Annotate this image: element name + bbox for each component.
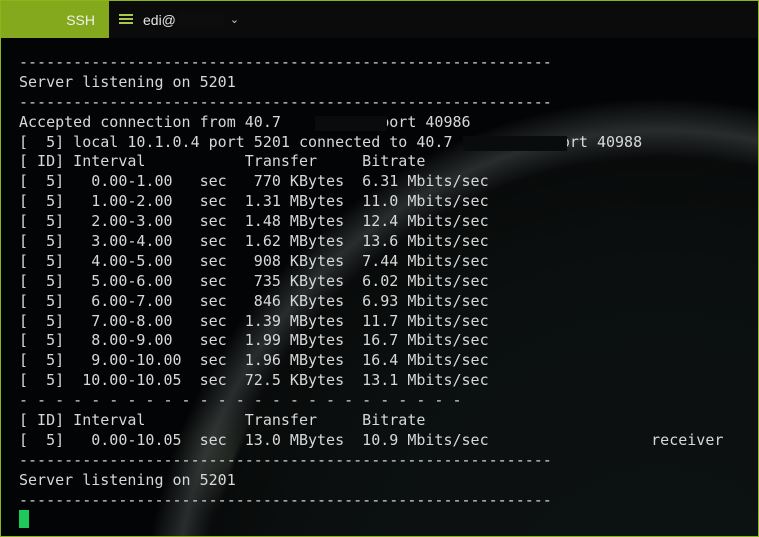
terminal-cursor bbox=[19, 510, 29, 528]
output-line: [ 5] 8.00-9.00 sec 1.99 MBytes 16.7 Mbit… bbox=[19, 331, 489, 350]
tab-ssh-label: SSH bbox=[66, 11, 95, 28]
output-line: ----------------------------------------… bbox=[19, 450, 552, 469]
redacted-host bbox=[177, 12, 224, 27]
output-line: [ 5] 0.00-1.00 sec 770 KBytes 6.31 Mbits… bbox=[19, 172, 489, 191]
tab-ssh[interactable]: SSH bbox=[1, 1, 109, 38]
output-line: [ 5] 2.00-3.00 sec 1.48 MBytes 12.4 Mbit… bbox=[19, 212, 489, 231]
output-line: [ 5] 5.00-6.00 sec 735 KBytes 6.02 Mbits… bbox=[19, 271, 489, 290]
output-line: [ 5] 4.00-5.00 sec 908 KBytes 7.44 Mbits… bbox=[19, 251, 489, 270]
output-lines: ----------------------------------------… bbox=[19, 53, 723, 510]
output-line: - - - - - - - - - - - - - - - - - - - - … bbox=[19, 391, 462, 410]
terminal-output[interactable]: ----------------------------------------… bbox=[1, 38, 758, 536]
terminal-window: SSH edi@ ⌄ -----------------------------… bbox=[0, 0, 759, 537]
tab-session-label: edi@ bbox=[143, 11, 176, 28]
output-line: ----------------------------------------… bbox=[19, 490, 552, 509]
output-line-connection: Accepted connection from 40.7 , port 409… bbox=[19, 112, 471, 131]
output-line: Server listening on 5201 bbox=[19, 470, 236, 489]
output-line-local: [ 5] local 10.1.0.4 port 5201 connected … bbox=[19, 132, 643, 151]
output-line: Server listening on 5201 bbox=[19, 72, 236, 91]
output-line: [ 5] 3.00-4.00 sec 1.62 MBytes 13.6 Mbit… bbox=[19, 232, 489, 251]
redacted-ip bbox=[463, 135, 567, 151]
output-line: [ ID] Interval Transfer Bitrate bbox=[19, 152, 426, 171]
title-bar: SSH edi@ ⌄ bbox=[1, 1, 758, 38]
output-line: ----------------------------------------… bbox=[19, 92, 552, 111]
output-line: [ 5] 7.00-8.00 sec 1.39 MBytes 11.7 Mbit… bbox=[19, 311, 489, 330]
output-line: ----------------------------------------… bbox=[19, 53, 552, 71]
chevron-down-icon[interactable]: ⌄ bbox=[230, 13, 239, 26]
redacted-ip bbox=[315, 115, 387, 131]
output-line: [ ID] Interval Transfer Bitrate bbox=[19, 411, 426, 430]
output-line: [ 5] 6.00-7.00 sec 846 KBytes 6.93 Mbits… bbox=[19, 291, 489, 310]
tab-session[interactable]: edi@ ⌄ bbox=[109, 1, 249, 38]
output-line: [ 5] 10.00-10.05 sec 72.5 KBytes 13.1 Mb… bbox=[19, 371, 489, 390]
output-line: [ 5] 1.00-2.00 sec 1.31 MBytes 11.0 Mbit… bbox=[19, 192, 489, 211]
output-line: [ 5] 9.00-10.00 sec 1.96 MBytes 16.4 Mbi… bbox=[19, 351, 489, 370]
hamburger-icon[interactable] bbox=[119, 14, 133, 25]
output-line: [ 5] 0.00-10.05 sec 13.0 MBytes 10.9 Mbi… bbox=[19, 430, 724, 449]
